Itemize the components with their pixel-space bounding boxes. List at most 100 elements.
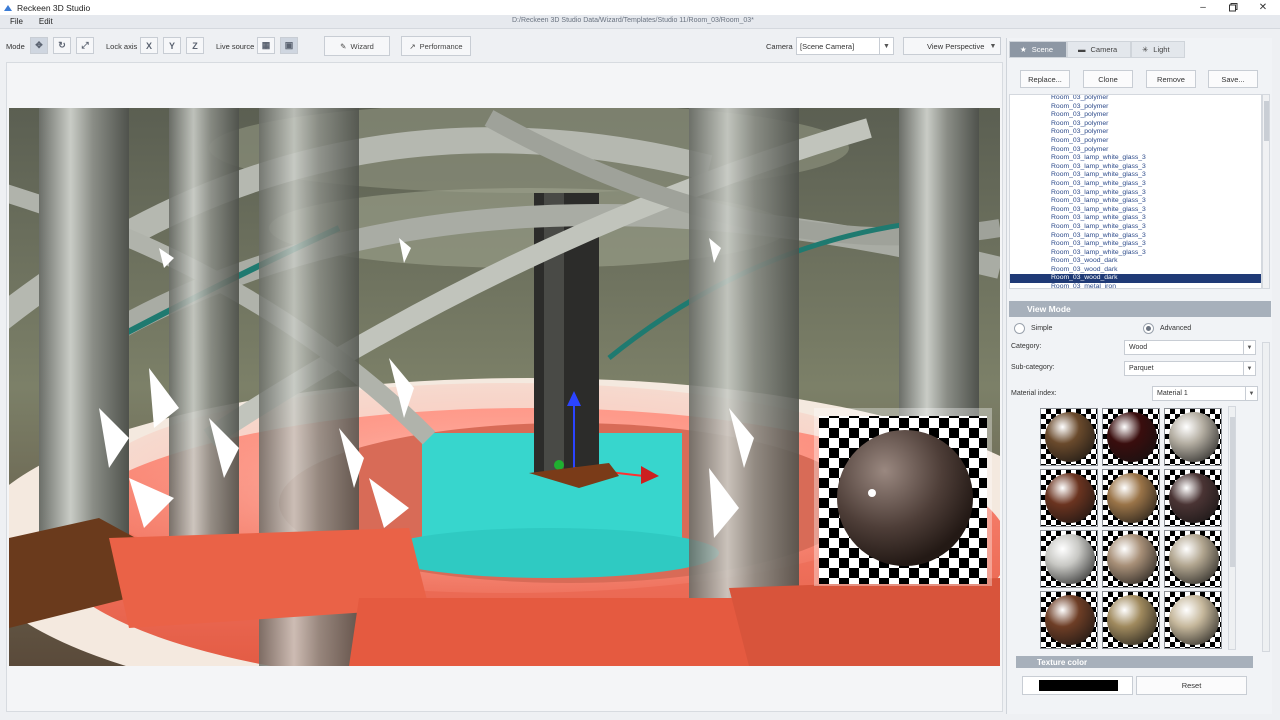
3d-viewport[interactable]	[9, 108, 1000, 666]
mode-label: Mode	[6, 42, 25, 51]
view-perspective-select[interactable]: View Perspective ▼	[903, 37, 1001, 55]
advanced-radio[interactable]	[1143, 323, 1154, 334]
material-thumbnail[interactable]	[1040, 469, 1098, 527]
subcategory-select[interactable]: Parquet ▼	[1124, 361, 1256, 376]
close-icon[interactable]: ✕	[1248, 0, 1278, 15]
save-button[interactable]: Save...	[1208, 70, 1258, 88]
list-item[interactable]: Room_03_lamp_white_glass_3	[1010, 232, 1261, 241]
list-item[interactable]: Room_03_lamp_white_glass_3	[1010, 197, 1261, 206]
tab-camera-label: Camera	[1090, 45, 1118, 54]
list-item[interactable]: Room_03_metal_iron	[1010, 283, 1261, 288]
scene-object-list[interactable]: Room_03_polymer Room_03_polymer Room_03_po…	[1009, 94, 1262, 289]
lock-x-button[interactable]: X	[140, 37, 158, 54]
tab-light-label: Light	[1153, 45, 1170, 54]
list-item[interactable]: Room_03_wood_dark	[1010, 266, 1261, 275]
list-item[interactable]: Room_03_polymer	[1010, 137, 1261, 146]
menu-edit[interactable]: Edit	[39, 17, 53, 26]
scale-mode-button[interactable]: ⤢	[76, 37, 94, 54]
title-bar: Reckeen 3D Studio	[0, 0, 1280, 15]
list-item[interactable]: Room_03_polymer	[1010, 103, 1261, 112]
rotate-icon: ↻	[58, 40, 66, 50]
list-item[interactable]: Room_03_lamp_white_glass_3	[1010, 240, 1261, 249]
minimize-icon[interactable]: –	[1188, 0, 1218, 15]
material-thumbnail[interactable]	[1164, 591, 1222, 649]
material-thumbnail[interactable]	[1164, 469, 1222, 527]
star-icon: ★	[1020, 45, 1027, 54]
grid-icon: ▦	[261, 40, 271, 50]
subcategory-label: Sub-category:	[1011, 364, 1055, 371]
app-logo-icon	[3, 3, 13, 13]
move-mode-button[interactable]: ✥	[30, 37, 48, 54]
camera-select[interactable]: [Scene Camera] ▼	[796, 37, 894, 55]
scale-icon: ⤢	[81, 40, 89, 50]
list-item[interactable]: Room_03_lamp_white_glass_3	[1010, 163, 1261, 172]
material-thumbnail[interactable]	[1164, 408, 1222, 466]
list-item[interactable]: Room_03_polymer	[1010, 111, 1261, 120]
live-source-grid-button[interactable]: ▦	[257, 37, 275, 54]
material-thumbnail[interactable]	[1102, 408, 1160, 466]
tab-scene-label: Scene	[1031, 45, 1054, 54]
material-sphere	[1045, 534, 1095, 584]
remove-button[interactable]: Remove	[1146, 70, 1196, 88]
tab-camera[interactable]: ▬ Camera	[1067, 41, 1131, 58]
list-item[interactable]: Room_03_polymer	[1010, 128, 1261, 137]
simple-label: Simple	[1031, 325, 1053, 332]
list-item[interactable]: Room_03_lamp_white_glass_3	[1010, 154, 1261, 163]
material-sphere	[1107, 473, 1157, 523]
performance-button[interactable]: ↗ Performance	[401, 36, 471, 56]
material-thumbnail[interactable]	[1040, 408, 1098, 466]
replace-button[interactable]: Replace...	[1020, 70, 1070, 88]
list-item[interactable]: Room_03_lamp_white_glass_3	[1010, 214, 1261, 223]
list-item[interactable]: Room_03_lamp_white_glass_3	[1010, 223, 1261, 232]
chevron-down-icon: ▼	[989, 42, 997, 50]
tab-scene[interactable]: ★ Scene	[1009, 41, 1067, 58]
material-thumbnail[interactable]	[1040, 530, 1098, 588]
list-item[interactable]: Room_03_lamp_white_glass_3	[1010, 249, 1261, 258]
object-list-scrollbar[interactable]	[1262, 94, 1270, 289]
live-source-screen-button[interactable]: ▣	[280, 37, 298, 54]
list-item[interactable]: Room_03_polymer	[1010, 120, 1261, 129]
material-thumbnail[interactable]	[1040, 591, 1098, 649]
camera-value: [Scene Camera]	[800, 41, 855, 51]
list-item[interactable]: Room_03_wood_dark	[1010, 274, 1261, 284]
tab-light[interactable]: ✳ Light	[1131, 41, 1185, 58]
clone-button[interactable]: Clone	[1083, 70, 1133, 88]
material-index-label: Material index:	[1011, 390, 1057, 397]
texture-color-header: Texture color	[1016, 656, 1253, 668]
list-item[interactable]: Room_03_polymer	[1010, 95, 1261, 103]
chevron-down-icon: ▼	[1245, 387, 1257, 400]
list-item[interactable]: Room_03_wood_dark	[1010, 257, 1261, 266]
list-item[interactable]: Room_03_lamp_white_glass_3	[1010, 189, 1261, 198]
material-thumbnail[interactable]	[1102, 530, 1160, 588]
file-path: D:/Reckeen 3D Studio Data/Wizard/Templat…	[512, 17, 754, 24]
camera-label: Camera	[766, 42, 793, 51]
material-thumbnail[interactable]	[1102, 469, 1160, 527]
list-item[interactable]: Room_03_lamp_white_glass_3	[1010, 180, 1261, 189]
window-title: Reckeen 3D Studio	[17, 2, 91, 13]
category-select[interactable]: Wood ▼	[1124, 340, 1256, 355]
lock-z-button[interactable]: Z	[186, 37, 204, 54]
reset-button[interactable]: Reset	[1136, 676, 1247, 695]
material-grid-scrollbar[interactable]	[1228, 406, 1236, 650]
rotate-mode-button[interactable]: ↻	[53, 37, 71, 54]
performance-label: Performance	[419, 41, 463, 51]
texture-color-picker[interactable]	[1022, 676, 1133, 695]
material-thumbnail[interactable]	[1164, 530, 1222, 588]
material-sphere	[1107, 534, 1157, 584]
material-index-select[interactable]: Material 1 ▼	[1152, 386, 1258, 401]
material-thumbnail[interactable]	[1102, 591, 1160, 649]
panel-scrollbar[interactable]	[1262, 342, 1270, 652]
material-sphere	[1169, 473, 1219, 523]
simple-radio[interactable]	[1014, 323, 1025, 334]
list-item[interactable]: Room_03_polymer	[1010, 146, 1261, 155]
chevron-down-icon: ▼	[1243, 341, 1255, 354]
scene-render	[9, 108, 1000, 666]
maximize-icon[interactable]	[1218, 0, 1248, 15]
list-item[interactable]: Room_03_lamp_white_glass_3	[1010, 171, 1261, 180]
lock-y-button[interactable]: Y	[163, 37, 181, 54]
wizard-button[interactable]: ✎ Wizard	[324, 36, 390, 56]
category-label: Category:	[1011, 343, 1042, 350]
menu-file[interactable]: File	[10, 17, 23, 26]
list-item[interactable]: Room_03_lamp_white_glass_3	[1010, 206, 1261, 215]
performance-icon: ↗	[409, 41, 416, 51]
